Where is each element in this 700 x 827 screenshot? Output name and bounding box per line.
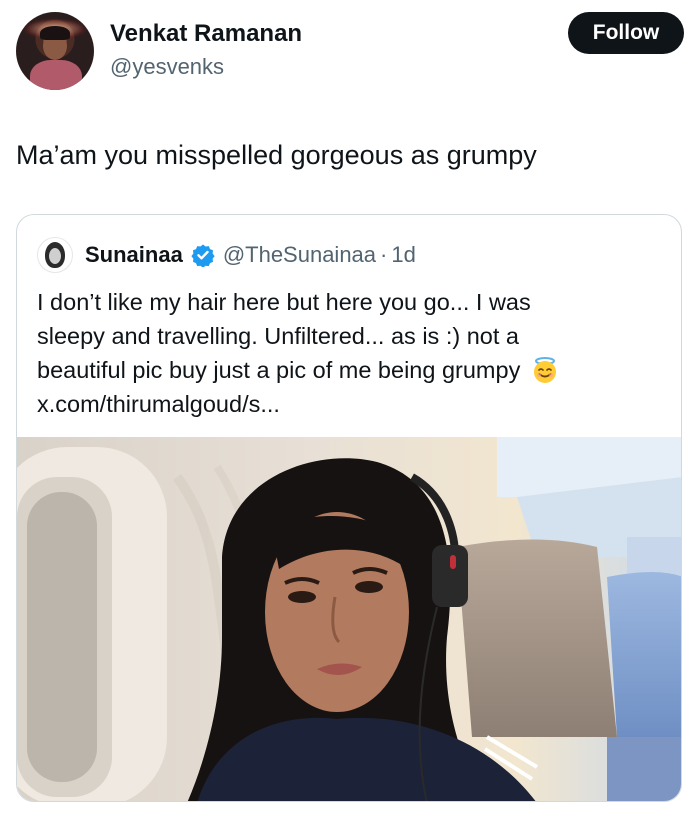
quoted-tweet-card[interactable]: Sunainaa @TheSunainaa · 1d I don’t like … (16, 214, 682, 802)
quoted-text-line: beautiful pic buy just a pic of me being… (37, 357, 521, 383)
quoted-author-display-name[interactable]: Sunainaa (85, 242, 183, 268)
separator-dot: · (380, 242, 388, 267)
tweet-header: Venkat Ramanan @yesvenks Follow (16, 10, 684, 92)
quoted-author-handle[interactable]: @TheSunainaa (223, 242, 376, 268)
author-handle[interactable]: @yesvenks (110, 54, 224, 80)
quoted-text-line: sleepy and travelling. Unfiltered... as … (37, 323, 519, 349)
quoted-author-avatar[interactable] (37, 237, 73, 273)
quoted-tweet-text: I don’t like my hair here but here you g… (37, 285, 657, 421)
quoted-text-line: I don’t like my hair here but here you g… (37, 289, 531, 315)
quoted-tweet-time[interactable]: 1d (391, 242, 415, 268)
quoted-tweet-header: Sunainaa @TheSunainaa · 1d (37, 237, 416, 273)
quoted-tweet-photo[interactable] (17, 437, 682, 802)
smiling-face-with-halo-icon (533, 357, 556, 383)
author-display-name[interactable]: Venkat Ramanan (110, 20, 302, 48)
follow-button[interactable]: Follow (568, 12, 684, 54)
verified-badge-icon (191, 244, 215, 267)
quoted-tweet-link[interactable]: x.com/thirumalgoud/s... (37, 387, 657, 421)
author-avatar[interactable] (16, 12, 94, 90)
tweet-text: Ma’am you misspelled gorgeous as grumpy (16, 140, 537, 170)
